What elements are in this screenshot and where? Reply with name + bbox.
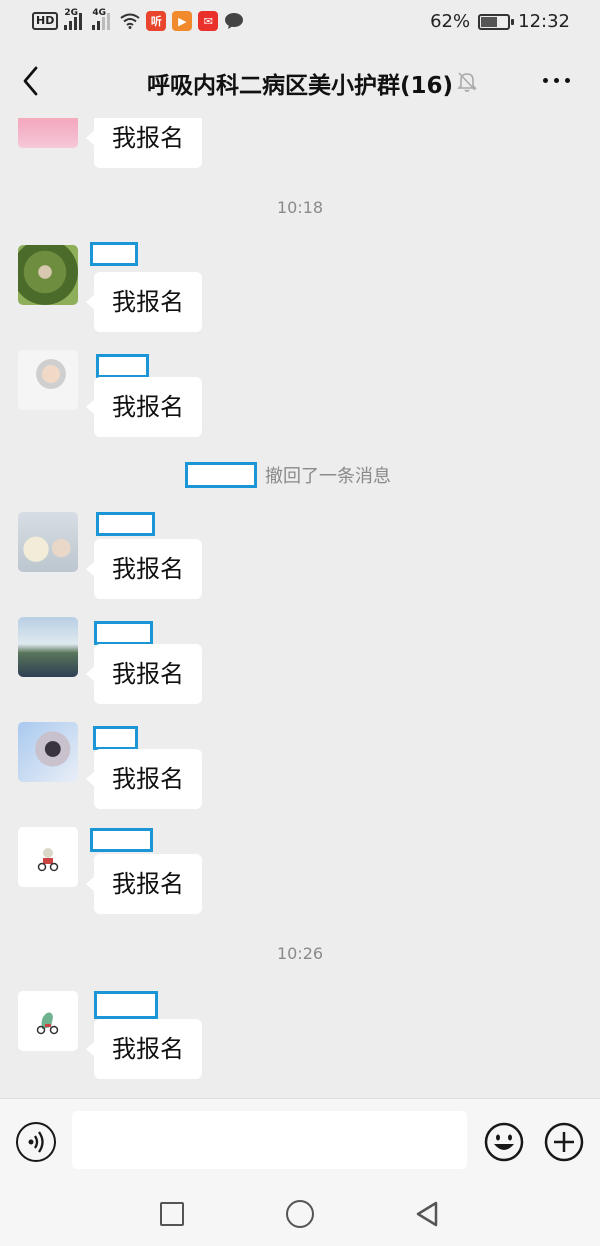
message-bubble[interactable]: 我报名: [86, 749, 202, 809]
message-bubble[interactable]: 我报名: [86, 539, 202, 599]
back-triangle-icon[interactable]: [414, 1200, 440, 1228]
message-bubble[interactable]: 我报名: [86, 272, 202, 332]
message-bubble[interactable]: 我报名: [86, 1019, 202, 1079]
clock: 12:32: [518, 11, 570, 32]
system-nav-bar: [0, 1182, 600, 1246]
avatar[interactable]: [18, 617, 78, 677]
redacted-nickname: [96, 354, 149, 378]
redacted-nickname: [90, 242, 138, 266]
chat-bubble-icon: [225, 13, 244, 29]
recall-notice: 撤回了一条消息: [185, 462, 391, 488]
chat-title: 呼吸内科二病区美小护群(16): [146, 73, 454, 99]
redacted-nickname: [93, 726, 138, 750]
message-bubble[interactable]: 我报名: [86, 644, 202, 704]
avatar[interactable]: [18, 245, 78, 305]
message-bubble[interactable]: 我报名: [86, 377, 202, 437]
timestamp: 10:18: [276, 198, 324, 217]
input-bar: [0, 1098, 600, 1182]
status-left: HD 2G 4G 听 ▶ ✉: [32, 8, 244, 31]
recent-apps-icon[interactable]: [160, 1202, 184, 1226]
signal-4g-icon: 4G: [92, 8, 114, 30]
home-icon[interactable]: [286, 1200, 314, 1228]
plus-icon[interactable]: [544, 1122, 584, 1162]
voice-icon[interactable]: [16, 1122, 56, 1162]
redacted-nickname: [96, 512, 155, 536]
message-list[interactable]: 我报名 10:18 我报名 我报名 撤回了一条消息 我报名 我报名 我报名 我报…: [0, 118, 600, 1098]
message-bubble[interactable]: 我报名: [86, 854, 202, 914]
recall-text: 撤回了一条消息: [265, 466, 391, 487]
avatar[interactable]: [18, 722, 78, 782]
avatar[interactable]: [18, 991, 78, 1051]
weibo-icon: ✉: [198, 11, 219, 31]
avatar[interactable]: [18, 512, 78, 572]
video-icon: ▶: [172, 11, 193, 31]
message-bubble[interactable]: 我报名: [86, 118, 202, 168]
redacted-nickname: [90, 828, 153, 852]
status-right: 62% 12:32: [430, 11, 570, 32]
message-input[interactable]: [72, 1111, 467, 1169]
hd-badge: HD: [32, 12, 59, 30]
redacted-nickname: [94, 991, 158, 1019]
signal-2g-icon: 2G: [64, 8, 86, 30]
redacted-nickname: [94, 621, 153, 645]
status-bar: HD 2G 4G 听 ▶ ✉ 62% 12:32: [0, 0, 600, 44]
wifi-icon: [120, 13, 140, 29]
avatar[interactable]: [18, 350, 78, 410]
ting-icon: 听: [146, 11, 167, 31]
redacted-nickname: [185, 462, 257, 488]
bell-muted-icon: [457, 72, 477, 92]
emoji-icon[interactable]: [484, 1122, 524, 1162]
battery-percent: 62%: [430, 11, 471, 32]
battery-icon: [478, 13, 515, 30]
avatar[interactable]: [18, 827, 78, 887]
more-dots-icon[interactable]: [543, 78, 570, 83]
avatar[interactable]: [18, 118, 78, 148]
timestamp: 10:26: [276, 944, 324, 963]
chat-header: 呼吸内科二病区美小护群(16): [0, 44, 600, 118]
